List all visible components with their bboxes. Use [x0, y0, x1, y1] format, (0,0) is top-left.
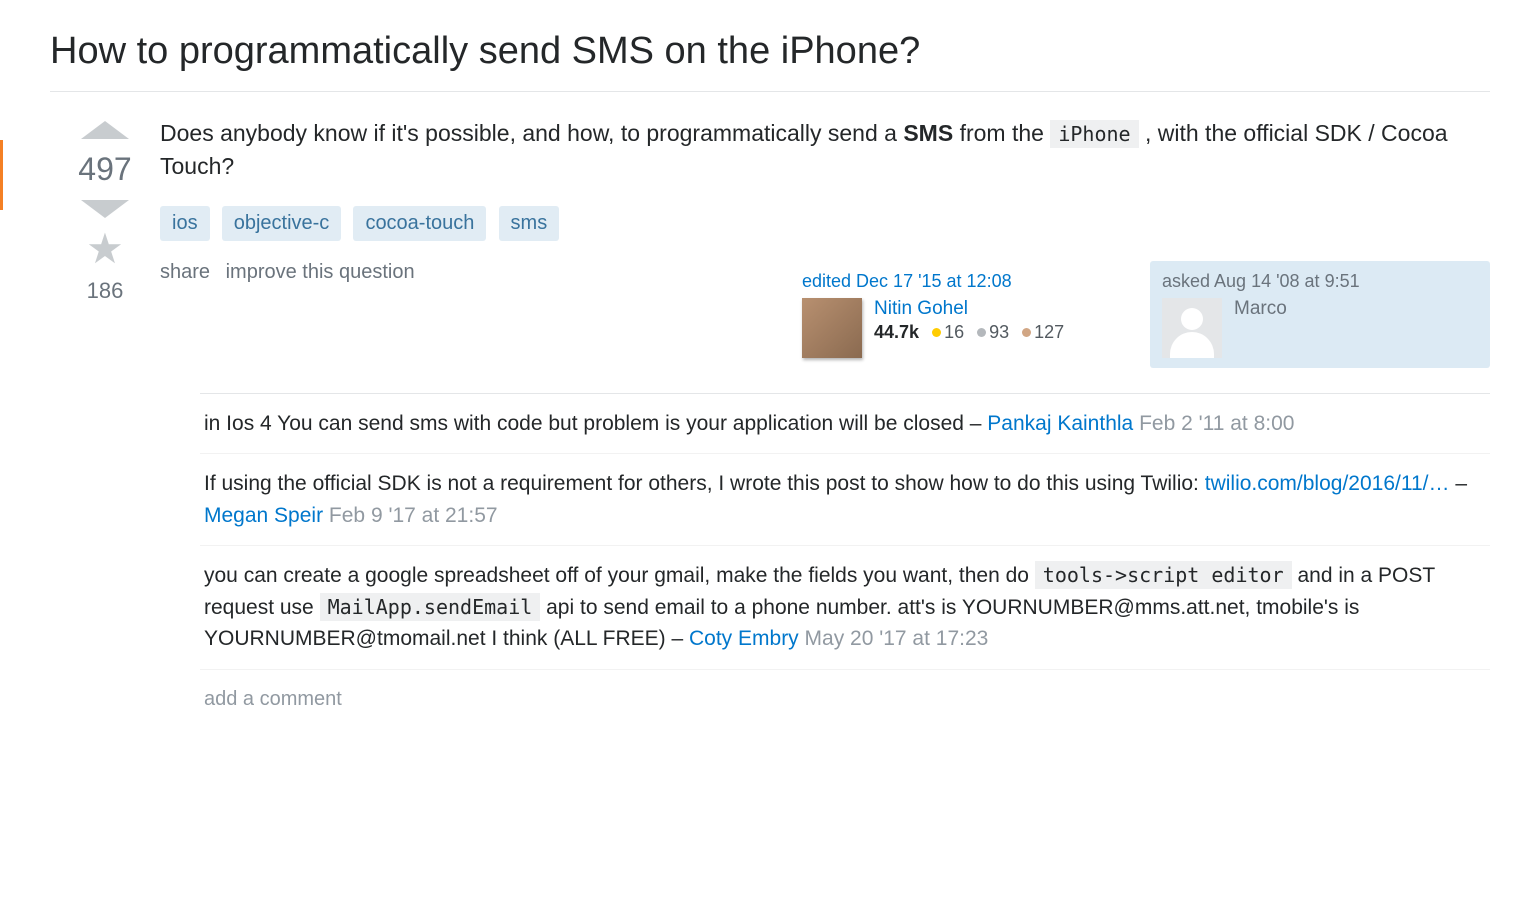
comment-author[interactable]: Megan Speir: [204, 504, 323, 527]
meta-row: share improve this question edited Dec 1…: [160, 261, 1490, 368]
add-comment-link[interactable]: add a comment: [200, 670, 1490, 711]
meta-actions: share improve this question: [160, 261, 790, 284]
editor-rep-val: 44.7k: [874, 322, 919, 342]
accent-bar: [0, 140, 3, 210]
tags: ios objective-c cocoa-touch sms: [160, 206, 1490, 241]
asker-name: Marco: [1234, 298, 1287, 320]
post-layout: 497 ★ 186 Does anybody know if it's poss…: [50, 117, 1490, 711]
comment-time: Feb 2 '11 at 8:00: [1139, 412, 1294, 435]
vote-score: 497: [50, 151, 160, 188]
editor-bronze: 127: [1034, 322, 1064, 342]
comment: If using the official SDK is not a requi…: [200, 454, 1490, 546]
post-body: Does anybody know if it's possible, and …: [160, 117, 1490, 711]
comment-time: Feb 9 '17 at 21:57: [329, 504, 498, 527]
comment-time: May 20 '17 at 17:23: [805, 627, 989, 650]
question-text: Does anybody know if it's possible, and …: [160, 117, 1490, 184]
tag-ios[interactable]: ios: [160, 206, 210, 241]
tag-cocoa-touch[interactable]: cocoa-touch: [353, 206, 486, 241]
comment-link[interactable]: twilio.com/blog/2016/11/…: [1205, 472, 1450, 495]
comment-author[interactable]: Coty Embry: [689, 627, 799, 650]
favorite-count: 186: [50, 278, 160, 304]
improve-link[interactable]: improve this question: [226, 261, 415, 283]
q-bold: SMS: [903, 120, 953, 146]
upvote-icon[interactable]: [81, 121, 129, 139]
divider: [50, 91, 1490, 92]
downvote-icon[interactable]: [81, 200, 129, 218]
tag-sms[interactable]: sms: [499, 206, 560, 241]
comment-sep: –: [1455, 472, 1467, 495]
comments-list: in Ios 4 You can send sms with code but …: [200, 393, 1490, 670]
q-code: iPhone: [1050, 120, 1138, 148]
editor-name[interactable]: Nitin Gohel: [874, 298, 1064, 320]
silver-badge-icon: [977, 328, 986, 337]
edited-time[interactable]: edited Dec 17 '15 at 12:08: [802, 271, 1118, 292]
comment-code: MailApp.sendEmail: [320, 593, 541, 621]
asker-card: asked Aug 14 '08 at 9:51 Marco: [1150, 261, 1490, 368]
editor-card: edited Dec 17 '15 at 12:08 Nitin Gohel 4…: [790, 261, 1130, 368]
comment-code: tools->script editor: [1035, 561, 1292, 589]
comment-text: If using the official SDK is not a requi…: [204, 472, 1205, 495]
bronze-badge-icon: [1022, 328, 1031, 337]
share-link[interactable]: share: [160, 261, 210, 283]
question-title[interactable]: How to programmatically send SMS on the …: [50, 30, 1490, 73]
comment-pre: you can create a google spreadsheet off …: [204, 564, 1035, 587]
asker-avatar[interactable]: [1162, 298, 1222, 358]
editor-rep: 44.7k 16 93 127: [874, 322, 1064, 343]
editor-avatar[interactable]: [802, 298, 862, 358]
q-pre: Does anybody know if it's possible, and …: [160, 120, 903, 146]
comment-author[interactable]: Pankaj Kainthla: [987, 412, 1133, 435]
asked-time: asked Aug 14 '08 at 9:51: [1162, 271, 1478, 292]
comment: in Ios 4 You can send sms with code but …: [200, 394, 1490, 455]
editor-silver: 93: [989, 322, 1009, 342]
gold-badge-icon: [932, 328, 941, 337]
editor-gold: 16: [944, 322, 964, 342]
comment: you can create a google spreadsheet off …: [200, 546, 1490, 670]
tag-objective-c[interactable]: objective-c: [222, 206, 342, 241]
comment-text: in Ios 4 You can send sms with code but …: [204, 412, 987, 435]
vote-cell: 497 ★ 186: [50, 117, 160, 711]
q-mid: from the: [953, 120, 1050, 146]
star-icon[interactable]: ★: [50, 228, 160, 270]
